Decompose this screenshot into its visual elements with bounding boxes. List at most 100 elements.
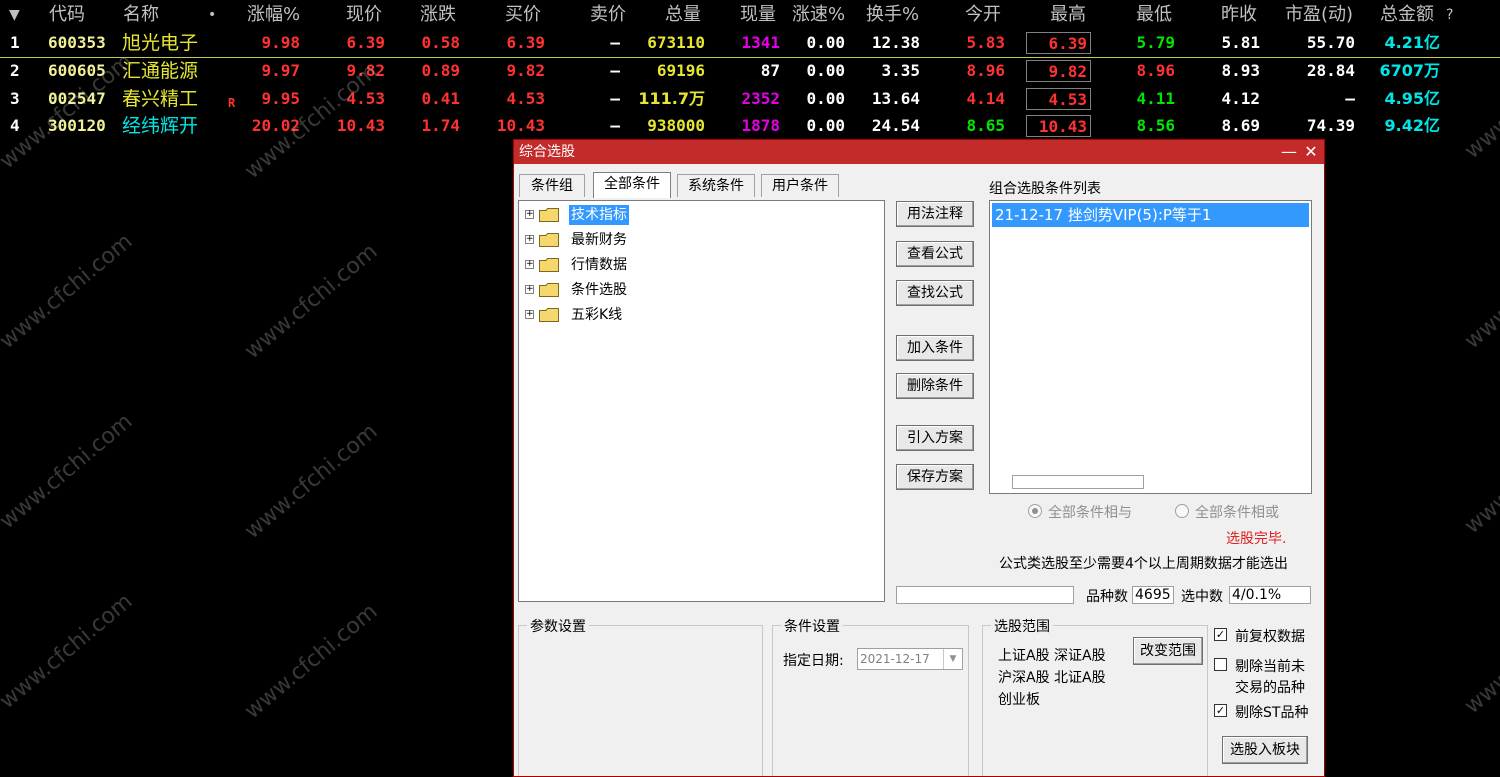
pe: 74.39 <box>1306 116 1355 135</box>
amount: 9.42亿 <box>1384 116 1440 135</box>
import-plan-button[interactable]: 引入方案 <box>896 425 974 451</box>
count-value: 4695 <box>1132 586 1174 604</box>
checkbox-checked-icon[interactable]: ✓ <box>1214 628 1227 641</box>
checkbox-label: 剔除当前未 <box>1235 659 1305 675</box>
save-plan-button[interactable]: 保存方案 <box>896 464 974 490</box>
col-low[interactable]: 最低 <box>1136 3 1172 27</box>
expand-icon[interactable]: + <box>525 260 534 269</box>
radio-all-and[interactable]: 全部条件相与 <box>1028 502 1132 522</box>
col-bid[interactable]: 买价 <box>505 3 541 27</box>
col-code[interactable]: 代码 <box>49 3 85 27</box>
col-pe[interactable]: 市盈(动) <box>1285 3 1353 27</box>
col-ask[interactable]: 卖价 <box>590 3 626 27</box>
checkbox-checked-icon[interactable]: ✓ <box>1214 704 1227 717</box>
col-prev-close[interactable]: 昨收 <box>1221 3 1257 27</box>
open: 8.65 <box>966 116 1005 135</box>
delete-condition-button[interactable]: 删除条件 <box>896 373 974 399</box>
stock-name: 汇通能源 <box>122 60 199 82</box>
watermark: www.cfchi.com <box>1460 413 1500 540</box>
expand-icon[interactable]: + <box>525 210 534 219</box>
tab-user-conditions[interactable]: 用户条件 <box>761 174 839 197</box>
current-volume: 1878 <box>741 116 780 135</box>
column-menu-arrow[interactable]: ▼ <box>9 3 20 27</box>
col-cur-volume[interactable]: 现量 <box>740 3 776 27</box>
checkbox-unchecked-icon[interactable] <box>1214 658 1227 671</box>
change: 1.74 <box>421 116 460 135</box>
minimize-button[interactable]: — <box>1279 140 1299 164</box>
tab-condition-group[interactable]: 条件组 <box>519 174 585 197</box>
open: 5.83 <box>966 33 1005 52</box>
col-speed[interactable]: 涨速% <box>792 3 845 27</box>
usage-notes-button[interactable]: 用法注释 <box>896 201 974 227</box>
change: 0.58 <box>421 33 460 52</box>
status-text: 选股完毕. <box>1226 531 1287 547</box>
selected-value: 4/0.1% <box>1229 586 1311 604</box>
stock-name: 经纬辉开 <box>122 115 199 137</box>
watermark: www.cfchi.com <box>0 228 138 355</box>
condition-list[interactable]: 21-12-17 挫剑势VIP(5):P等于1 <box>989 200 1312 494</box>
dialog-titlebar[interactable]: 综合选股 — ✕ <box>514 140 1324 164</box>
add-condition-button[interactable]: 加入条件 <box>896 335 974 361</box>
formula-note: 公式类选股至少需要4个以上周期数据才能选出 <box>999 556 1288 572</box>
col-price[interactable]: 现价 <box>346 3 382 27</box>
col-pct[interactable]: 涨幅% <box>247 3 300 27</box>
expand-icon[interactable]: + <box>525 310 534 319</box>
chevron-down-icon[interactable]: ▼ <box>943 649 962 669</box>
ask: — <box>610 61 620 80</box>
horizontal-scrollbar[interactable] <box>1012 475 1144 489</box>
condition-tree[interactable]: + 技术指标 + 最新财务 + 行情数据 + 条件选股 + 五彩K线 <box>518 200 885 602</box>
add-to-block-button[interactable]: 选股入板块 <box>1222 736 1308 764</box>
watermark: www.cfchi.com <box>1460 593 1500 720</box>
folder-icon <box>539 283 559 297</box>
row-index: 1 <box>10 33 20 52</box>
watermark: www.cfchi.com <box>240 238 383 365</box>
expand-icon[interactable]: + <box>525 285 534 294</box>
table-row[interactable]: 3 002547 春兴精工 R 9.95 4.53 0.41 4.53 — 11… <box>0 86 1500 113</box>
volume: 111.7万 <box>638 89 705 108</box>
date-picker[interactable]: 2021-12-17 ▼ <box>857 648 963 670</box>
col-name[interactable]: 名称 <box>123 3 159 27</box>
price: 10.43 <box>336 116 385 135</box>
volume: 938000 <box>647 116 705 135</box>
prev-close: 5.81 <box>1221 33 1260 52</box>
progress-field <box>896 586 1074 604</box>
watermark: www.cfchi.com <box>0 408 138 535</box>
table-row[interactable]: 2 600605 汇通能源 9.97 9.82 0.89 9.82 — 6919… <box>0 58 1500 85</box>
watermark: www.cfchi.com <box>1460 228 1500 355</box>
prev-close: 8.93 <box>1221 61 1260 80</box>
col-turnover[interactable]: 换手% <box>866 3 919 27</box>
close-button[interactable]: ✕ <box>1301 140 1321 164</box>
tab-all-conditions[interactable]: 全部条件 <box>593 172 671 198</box>
ask: — <box>610 89 620 108</box>
col-open[interactable]: 今开 <box>965 3 1001 27</box>
watermark: www.cfchi.com <box>0 588 138 715</box>
col-volume[interactable]: 总量 <box>665 3 701 27</box>
list-item[interactable]: 21-12-17 挫剑势VIP(5):P等于1 <box>992 203 1309 227</box>
view-formula-button[interactable]: 查看公式 <box>896 241 974 267</box>
date-value: 2021-12-17 <box>860 652 930 666</box>
col-amount[interactable]: 总金额 <box>1380 3 1434 27</box>
low: 8.56 <box>1136 116 1175 135</box>
tab-system-conditions[interactable]: 系统条件 <box>677 174 755 197</box>
change-range-button[interactable]: 改变范围 <box>1133 637 1203 665</box>
quote-table-header: ▼ 代码 名称 • 涨幅% 现价 涨跌 买价 卖价 总量 现量 涨速% 换手% … <box>0 0 1500 30</box>
high: 9.82 <box>1026 60 1091 82</box>
expand-icon[interactable]: + <box>525 235 534 244</box>
col-high[interactable]: 最高 <box>1050 3 1086 27</box>
range-line: 创业板 <box>998 692 1040 708</box>
radio-all-or[interactable]: 全部条件相或 <box>1175 502 1279 522</box>
find-formula-button[interactable]: 查找公式 <box>896 280 974 306</box>
table-row[interactable]: 1 600353 旭光电子 9.98 6.39 0.58 6.39 — 6731… <box>0 30 1500 58</box>
turnover: 13.64 <box>871 89 920 108</box>
group-title: 选股范围 <box>991 616 1053 636</box>
group-title: 条件设置 <box>781 616 843 636</box>
ask: — <box>610 116 620 135</box>
col-change[interactable]: 涨跌 <box>420 3 456 27</box>
amount: 4.21亿 <box>1384 33 1440 52</box>
range-group: 选股范围 上证A股 深证A股 沪深A股 北证A股 创业板 改变范围 <box>982 616 1208 776</box>
table-row[interactable]: 4 300120 经纬辉开 20.02 10.43 1.74 10.43 — 9… <box>0 113 1500 140</box>
help-icon[interactable]: ? <box>1446 3 1453 27</box>
pe: 28.84 <box>1306 61 1355 80</box>
checkbox-label: 前复权数据 <box>1235 629 1305 645</box>
current-volume: 2352 <box>741 89 780 108</box>
